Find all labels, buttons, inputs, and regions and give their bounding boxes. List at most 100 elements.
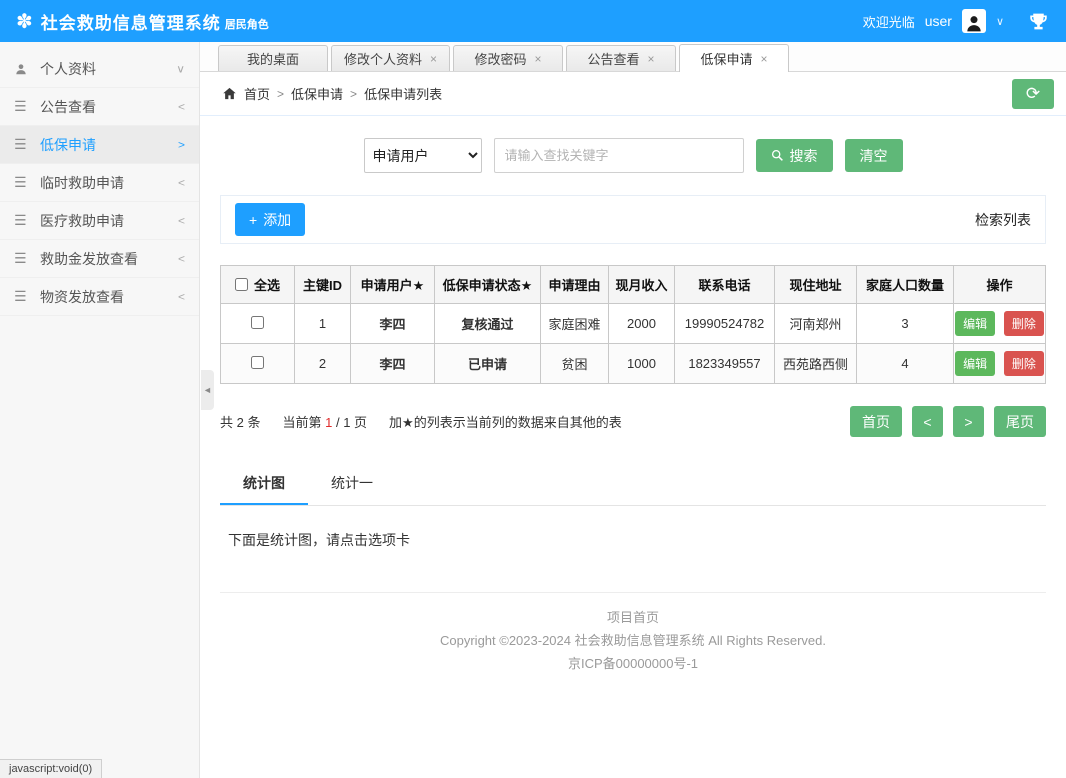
chevron-icon: < — [178, 290, 185, 303]
top-bar: ✽ 社会救助信息管理系统 居民角色 欢迎光临 user ∨ — [0, 0, 1066, 42]
sidebar-item-label: 医疗救助申请 — [40, 211, 124, 231]
trophy-icon[interactable] — [1028, 10, 1050, 32]
column-header-id: 主键ID — [295, 266, 351, 304]
search-button-label: 搜索 — [790, 146, 818, 166]
app-title: 社会救助信息管理系统 — [41, 9, 221, 34]
page-indicator-suffix: / 1 页 — [336, 415, 367, 430]
chevron-icon: > — [178, 138, 185, 151]
select-all-label: 全选 — [254, 275, 280, 294]
app-role-label: 居民角色 — [225, 16, 269, 32]
tab-announcements[interactable]: 公告查看 × — [566, 45, 676, 71]
toolbar-panel: + 添加 检索列表 — [220, 195, 1046, 244]
tab-change-password[interactable]: 修改密码 × — [453, 45, 563, 71]
user-menu-chevron-down-icon[interactable]: ∨ — [996, 15, 1004, 28]
pagination-bar: 共 2 条 当前第 1 / 1 页 加★的列表示当前列的数据来自其他的表 首页 … — [220, 406, 1046, 437]
refresh-button[interactable]: ⟳ — [1012, 79, 1054, 109]
select-all-checkbox[interactable] — [235, 278, 248, 291]
sidebar-item-medical-aid[interactable]: ☰ 医疗救助申请 < — [0, 202, 199, 240]
cell-phone: 19990524782 — [675, 304, 775, 344]
tab-close-icon[interactable]: × — [430, 52, 437, 66]
menu-icon: ☰ — [14, 212, 32, 229]
cell-id: 1 — [295, 304, 351, 344]
sidebar-item-profile[interactable]: 个人资料 ∨ — [0, 50, 199, 88]
status-text: javascript:void(0) — [9, 763, 92, 775]
main-panel: 我的桌面 修改个人资料 × 修改密码 × 公告查看 × 低保申请 × — [200, 42, 1066, 778]
stats-tab-strip: 统计图 统计一 — [220, 463, 1046, 506]
cell-id: 2 — [295, 344, 351, 384]
total-count: 共 2 条 — [220, 412, 260, 431]
breadcrumb: 首页 > 低保申请 > 低保申请列表 — [222, 84, 442, 103]
sidebar-item-announcements[interactable]: ☰ 公告查看 < — [0, 88, 199, 126]
sidebar-item-temporary-aid[interactable]: ☰ 临时救助申请 < — [0, 164, 199, 202]
tab-label: 修改个人资料 — [344, 49, 422, 68]
search-input[interactable] — [494, 138, 744, 173]
app-window: ✽ 社会救助信息管理系统 居民角色 欢迎光临 user ∨ — [0, 0, 1066, 778]
breadcrumb-current: 低保申请列表 — [364, 84, 442, 103]
tab-strip: 我的桌面 修改个人资料 × 修改密码 × 公告查看 × 低保申请 × — [200, 42, 1066, 72]
page-indicator: 当前第 1 / 1 页 — [282, 412, 367, 431]
first-page-button[interactable]: 首页 — [850, 406, 902, 437]
menu-icon: ☰ — [14, 250, 32, 267]
tab-close-icon[interactable]: × — [535, 52, 542, 66]
username-label: user — [925, 13, 952, 29]
cell-income: 2000 — [609, 304, 675, 344]
row-checkbox[interactable] — [251, 316, 264, 329]
chevron-icon: < — [178, 100, 185, 113]
edit-button[interactable]: 编辑 — [955, 311, 995, 336]
tab-my-desktop[interactable]: 我的桌面 — [218, 45, 328, 71]
menu-icon: ☰ — [14, 288, 32, 305]
delete-button[interactable]: 删除 — [1004, 351, 1044, 376]
prev-page-button[interactable]: < — [912, 406, 943, 437]
table-row: 1 李四 复核通过 家庭困难 2000 19990524782 河南郑州 3 编… — [221, 304, 1046, 344]
next-page-button[interactable]: > — [953, 406, 984, 437]
tab-close-icon[interactable]: × — [761, 52, 768, 66]
search-button[interactable]: 搜索 — [756, 139, 833, 172]
tab-label: 修改密码 — [475, 49, 527, 68]
sidebar-item-label: 低保申请 — [40, 135, 96, 155]
sidebar-item-label: 救助金发放查看 — [40, 249, 138, 269]
plus-icon: + — [249, 212, 257, 228]
tab-edit-profile[interactable]: 修改个人资料 × — [331, 45, 450, 71]
clear-button[interactable]: 清空 — [845, 139, 903, 172]
sidebar-item-fund-distribution[interactable]: ☰ 救助金发放查看 < — [0, 240, 199, 278]
column-header-actions: 操作 — [954, 266, 1046, 304]
tab-close-icon[interactable]: × — [648, 52, 655, 66]
sidebar-item-subsistence-application[interactable]: ☰ 低保申请 > — [0, 126, 199, 164]
last-page-button[interactable]: 尾页 — [994, 406, 1046, 437]
chevron-icon: < — [178, 252, 185, 265]
add-button[interactable]: + 添加 — [235, 203, 305, 236]
tab-subsistence-application[interactable]: 低保申请 × — [679, 44, 789, 72]
breadcrumb-home[interactable]: 首页 — [244, 84, 270, 103]
browser-status-bar: javascript:void(0) — [0, 759, 102, 778]
records-table: 全选 主键ID 申请用户★ 低保申请状态★ 申请理由 现月收入 联系电话 现住地… — [220, 265, 1046, 384]
sidebar-collapse-handle[interactable]: ◄ — [201, 370, 214, 410]
edit-button[interactable]: 编辑 — [955, 351, 995, 376]
search-icon — [771, 149, 784, 162]
column-header-phone: 联系电话 — [675, 266, 775, 304]
user-avatar[interactable] — [962, 9, 986, 33]
menu-icon: ☰ — [14, 136, 32, 153]
sidebar-item-material-distribution[interactable]: ☰ 物资发放查看 < — [0, 278, 199, 316]
column-header-family: 家庭人口数量 — [857, 266, 954, 304]
chevron-icon: < — [178, 214, 185, 227]
table-row: 2 李四 已申请 贫困 1000 1823349557 西苑路西侧 4 编辑 删… — [221, 344, 1046, 384]
delete-button[interactable]: 删除 — [1004, 311, 1044, 336]
collapse-arrow-icon: ◄ — [203, 385, 212, 395]
footer-home-link[interactable]: 项目首页 — [220, 606, 1046, 629]
breadcrumb-section[interactable]: 低保申请 — [291, 84, 343, 103]
cell-family: 3 — [857, 304, 954, 344]
person-icon — [14, 62, 32, 76]
sidebar: 个人资料 ∨ ☰ 公告查看 < ☰ 低保申请 > ☰ 临时救助申请 < ☰ 医疗… — [0, 42, 200, 778]
breadcrumb-separator: > — [350, 87, 357, 101]
tab-stats-chart[interactable]: 统计图 — [220, 463, 308, 505]
sidebar-item-label: 个人资料 — [40, 59, 96, 79]
chevron-icon: ∨ — [176, 62, 185, 75]
row-checkbox[interactable] — [251, 356, 264, 369]
search-bar: 申请用户 搜索 清空 — [220, 138, 1046, 173]
menu-icon: ☰ — [14, 98, 32, 115]
tab-stats-one[interactable]: 统计一 — [308, 463, 396, 505]
footer-icp: 京ICP备00000000号-1 — [220, 652, 1046, 675]
search-field-select[interactable]: 申请用户 — [364, 138, 482, 173]
column-header-reason: 申请理由 — [541, 266, 609, 304]
cell-status: 已申请 — [435, 344, 541, 384]
